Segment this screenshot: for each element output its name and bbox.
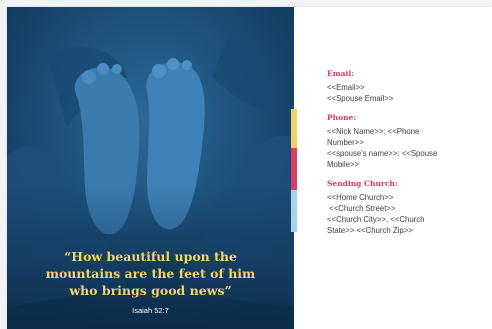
church-section: Sending Church: <<Home Church>> <<Church… [327,179,487,236]
church-state-line: State>> <<Church Zip>> [327,226,413,235]
spouse-phone-line: <<spouse's name>>: <<Spouse [327,149,438,158]
spouse-email-line: <<Spouse Email>> [327,94,394,103]
contact-info: Email: <<Email>> <<Spouse Email>> Phone:… [327,69,487,245]
blue-stripe [291,190,297,232]
email-section: Email: <<Email>> <<Spouse Email>> [327,69,487,104]
church-heading: Sending Church: [327,179,398,188]
baby-feet-photo: “How beautiful upon the mountains are th… [7,7,294,329]
quote-line: who brings good news” [69,283,232,298]
church-street-line: <<Church Street>> [327,204,396,213]
spouse-phone-line: Mobile>> [327,160,360,169]
yellow-stripe [291,109,297,148]
quote-line: mountains are the feet of him [45,266,256,281]
phone-section: Phone: <<Nick Name>>: <<Phone Number>> <… [327,113,487,170]
email-heading: Email: [327,69,354,78]
church-city-line: <<Church City>>, <<Church [327,215,425,224]
phone-heading: Phone: [327,113,357,122]
quote-citation: Isaiah 52:7 [132,306,169,315]
phone-line: Number>> [327,138,364,147]
prayer-card: “How beautiful upon the mountains are th… [7,7,492,329]
email-line: <<Email>> [327,83,365,92]
bible-quote: “How beautiful upon the mountains are th… [17,248,284,299]
accent-stripes [291,109,297,232]
phone-line: <<Nick Name>>: <<Phone [327,127,420,136]
pink-stripe [291,148,297,190]
church-name-line: <<Home Church>> [327,193,394,202]
quote-line: “How beautiful upon the [64,249,237,264]
